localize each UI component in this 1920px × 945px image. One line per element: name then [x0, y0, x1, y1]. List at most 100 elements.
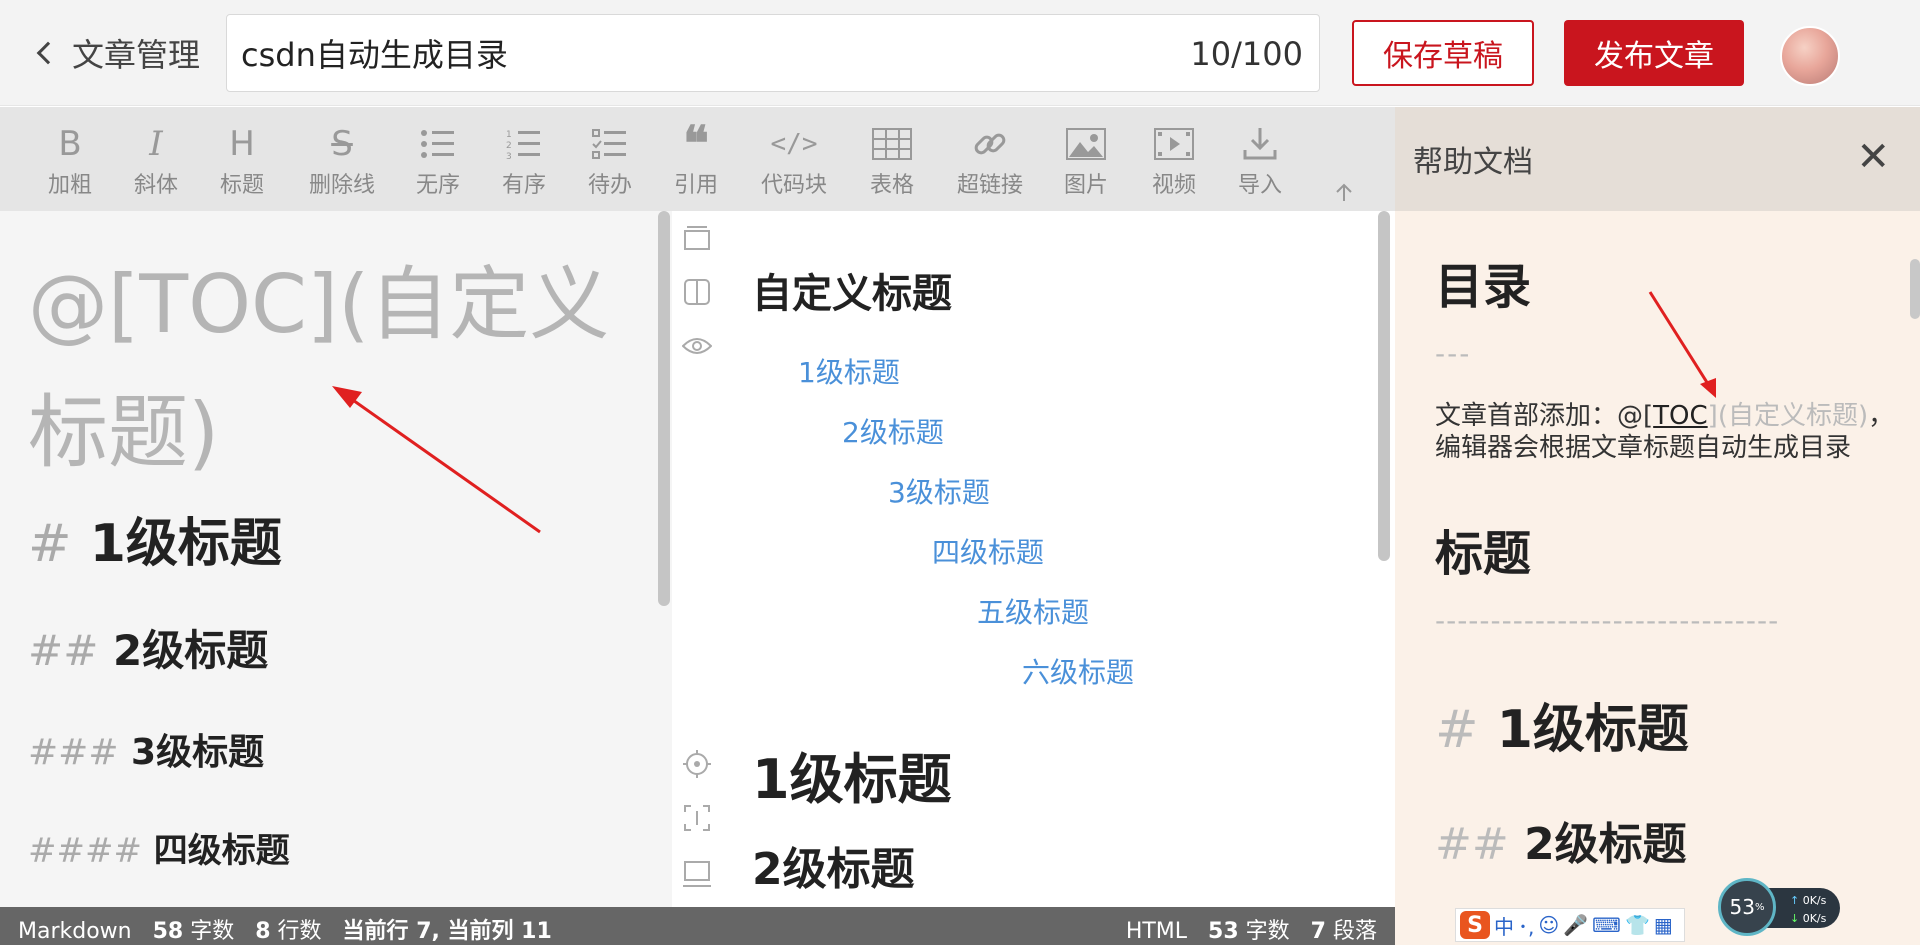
help-toc-line2: 编辑器会根据文章标题自动生成目录	[1435, 433, 1852, 463]
toolbar-table[interactable]: 表格	[852, 123, 932, 199]
help-toc-prefix: 文章首部添加：@[	[1435, 401, 1654, 431]
toc-link-h2[interactable]: 2级标题	[842, 411, 944, 451]
close-icon[interactable]: ✕	[1856, 137, 1890, 177]
back-to-article-management[interactable]: 文章管理	[36, 30, 200, 76]
help-toc-heading: 目录	[1435, 259, 1532, 315]
toolbar-image[interactable]: 图片	[1046, 123, 1126, 199]
editor-line-h2[interactable]: ## 2级标题	[28, 617, 268, 678]
ordered-list-icon: 123	[484, 123, 564, 165]
editor-line-h4[interactable]: #### 四级标题	[28, 823, 290, 872]
help-docs-panel: 帮助文档 ✕ 目录 --- 文章首部添加：@[TOC](自定义标题)， 编辑器会…	[1395, 107, 1920, 945]
md-hash: ##	[28, 626, 99, 675]
toolbar-heading[interactable]: H 标题	[202, 123, 282, 199]
help-toc-gray: ](自定义标题)	[1707, 401, 1869, 431]
save-draft-button[interactable]: 保存草稿	[1352, 20, 1534, 86]
split-view-icon[interactable]	[682, 277, 712, 307]
toc-link-h1[interactable]: 1级标题	[798, 351, 900, 391]
import-icon	[1220, 123, 1300, 165]
quote-icon: ❝	[683, 116, 709, 172]
toolbar-bold[interactable]: B 加粗	[30, 123, 110, 199]
status-right: HTML 53 字数 7 段落	[1126, 913, 1377, 945]
emoji-icon[interactable]: ☺	[1538, 913, 1559, 937]
toolbar-import[interactable]: 导入	[1220, 123, 1300, 199]
toc-link-h4[interactable]: 四级标题	[932, 531, 1044, 571]
editor-scrollbar[interactable]	[658, 211, 670, 606]
status-html-mode: HTML	[1125, 919, 1188, 944]
svg-text:2: 2	[506, 141, 512, 151]
eye-preview-icon[interactable]	[682, 331, 712, 361]
fullscreen-preview-icon[interactable]	[682, 223, 712, 253]
status-html-words: 53	[1208, 919, 1239, 944]
svg-text:1: 1	[506, 130, 512, 140]
toolbar-label: 有序	[501, 173, 546, 198]
user-avatar[interactable]	[1780, 26, 1840, 86]
svg-text:3: 3	[506, 152, 512, 160]
toolbar-video[interactable]: 视频	[1134, 123, 1214, 199]
monitor-icon[interactable]	[682, 859, 712, 889]
skin-icon[interactable]: 👕	[1625, 913, 1650, 937]
toolbar-strikethrough[interactable]: S 删除线	[302, 123, 382, 199]
toolbar-label: 引用	[673, 173, 718, 198]
status-left: Markdown 58 字数 8 行数 当前行 7, 当前列 11	[18, 913, 552, 945]
editor-line-h3[interactable]: ### 3级标题	[28, 723, 264, 775]
toolbar-quote[interactable]: ❝ 引用	[656, 116, 736, 199]
toc-link-h5[interactable]: 五级标题	[977, 591, 1089, 631]
ime-mode[interactable]: 中	[1494, 911, 1514, 940]
status-paragraphs: 7	[1310, 919, 1326, 944]
expand-icon[interactable]	[682, 803, 712, 833]
top-header: 文章管理 10/100 保存草稿 发布文章	[0, 0, 1920, 106]
toolbar-label: 导入	[1237, 173, 1282, 198]
heading-icon: H	[229, 124, 255, 164]
ime-toolbar[interactable]: S 中 ･, ☺ 🎤 ⌨ 👕 ▦	[1455, 908, 1685, 942]
bold-icon: B	[58, 124, 82, 164]
md-hash: ###	[28, 732, 119, 773]
toolbar-ordered-list[interactable]: 123 有序	[484, 123, 564, 199]
help-toc-suffix: ，	[1868, 401, 1895, 431]
preview-h1: 1级标题	[752, 748, 952, 811]
status-html-words-label: 字数	[1245, 919, 1290, 944]
toc-link-h3[interactable]: 3级标题	[888, 471, 990, 511]
toolbar-label: 图片	[1063, 173, 1108, 198]
preview-scrollbar[interactable]	[1378, 211, 1390, 561]
status-word-label: 字数	[190, 919, 235, 944]
toolbar-label: 无序	[415, 173, 460, 198]
toolbar-label: 代码块	[760, 173, 827, 198]
toolbar-link[interactable]: 超链接	[950, 123, 1030, 199]
code-block-icon: </>	[770, 129, 818, 159]
editor-line-h1[interactable]: # 1级标题	[28, 501, 282, 576]
help-toc-text: 文章首部添加：@[TOC](自定义标题)， 编辑器会根据文章标题自动生成目录	[1435, 400, 1895, 464]
italic-icon: I	[149, 124, 163, 164]
help-title-dash: -------------------------------	[1435, 604, 1780, 637]
network-usage-ring: 53%	[1718, 878, 1776, 936]
title-char-count: 10/100	[1190, 35, 1303, 73]
grid-icon[interactable]: ▦	[1654, 913, 1673, 937]
help-md-h1-text: 1级标题	[1496, 700, 1689, 760]
toolbar-label: 超链接	[956, 173, 1023, 198]
toolbar-italic[interactable]: I 斜体	[116, 123, 196, 199]
status-bar: Markdown 58 字数 8 行数 当前行 7, 当前列 11 HTML 5…	[0, 907, 1395, 945]
status-mode: Markdown	[18, 919, 132, 944]
link-icon	[950, 123, 1030, 165]
toolbar-todo[interactable]: 待办	[570, 123, 650, 199]
target-locate-icon[interactable]	[682, 749, 712, 779]
toolbar-label: 待办	[587, 173, 632, 198]
article-title-field[interactable]: 10/100	[226, 14, 1320, 92]
keyboard-icon[interactable]: ⌨	[1592, 913, 1621, 937]
todo-list-icon	[570, 123, 650, 165]
punctuation-icon[interactable]: ･,	[1518, 911, 1534, 940]
microphone-icon[interactable]: 🎤	[1563, 913, 1588, 937]
article-title-input[interactable]	[241, 15, 1141, 91]
publish-article-button[interactable]: 发布文章	[1564, 20, 1744, 86]
status-paragraphs-label: 段落	[1332, 919, 1377, 944]
help-scrollbar[interactable]	[1910, 259, 1920, 319]
toolbar-more-up-icon[interactable]	[1332, 181, 1356, 205]
toc-link-h6[interactable]: 六级标题	[1022, 651, 1134, 691]
help-md-h1: # 1级标题	[1435, 687, 1895, 762]
md-hash: ####	[28, 831, 142, 871]
toolbar-code-block[interactable]: </> 代码块	[754, 123, 834, 199]
chevron-left-icon	[36, 41, 60, 65]
toolbar-unordered-list[interactable]: 无序	[398, 123, 478, 199]
markdown-editor-pane[interactable]: @[TOC](自定义标题) # 1级标题 ## 2级标题 ### 3级标题 ##…	[0, 211, 672, 907]
editor-h3-text: 3级标题	[131, 732, 265, 773]
editor-toc-line[interactable]: @[TOC](自定义标题)	[28, 241, 628, 497]
